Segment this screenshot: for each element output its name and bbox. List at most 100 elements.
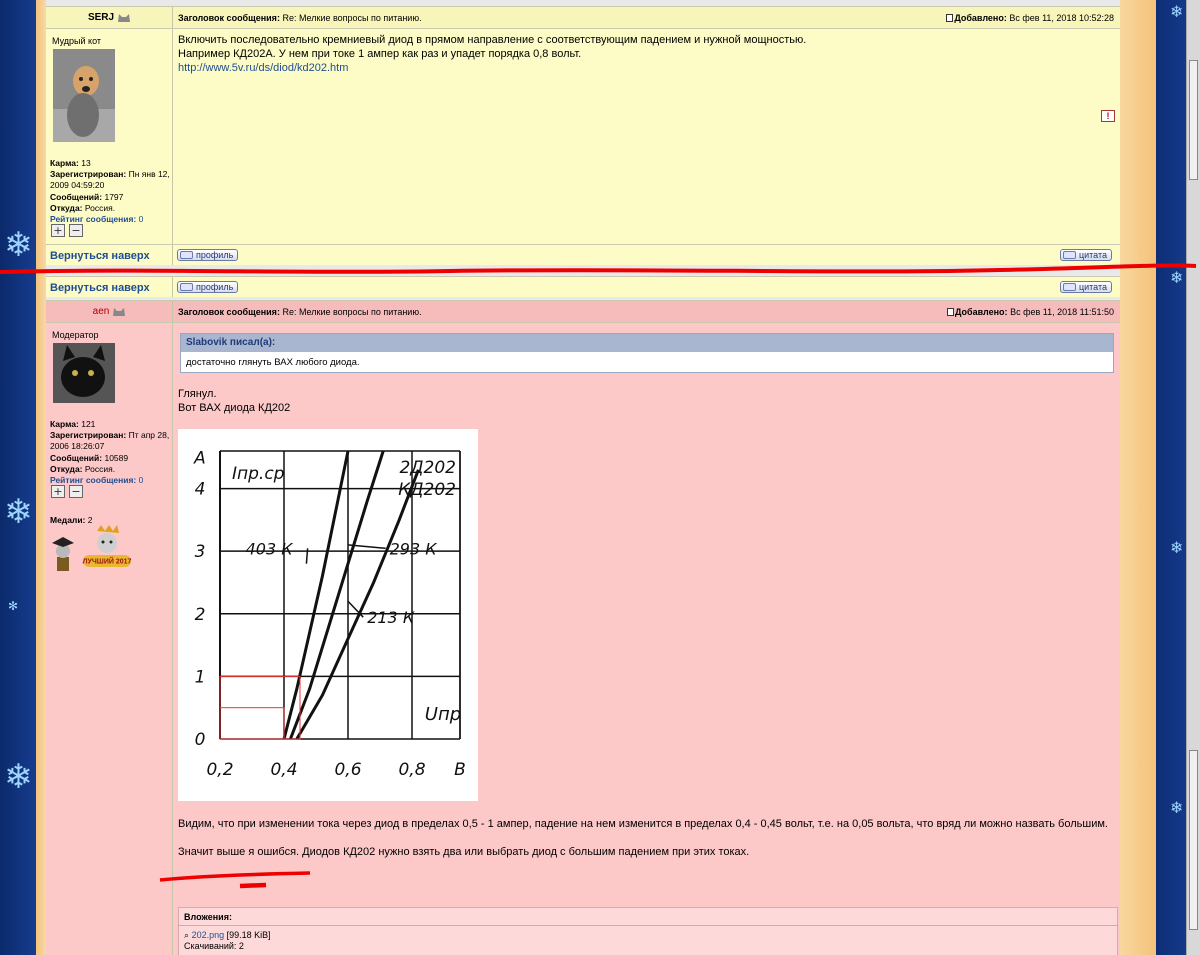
profile-button[interactable]: профиль (177, 281, 239, 293)
iv-chart: 0,2 0,4 0,6 0,8 В01234AIпр.срUпр2Д202КД20240… (193, 448, 466, 780)
post-header: SERJ Заголовок сообщения: Re: Мелкие воп… (46, 6, 1120, 28)
red-highlight-box (219, 707, 285, 740)
attachments-block: Вложения: ⌕ 202.png [99.18 KiB] Скачиван… (178, 907, 1118, 955)
author-rank: Мудрый кот (52, 36, 102, 46)
post-subject: Заголовок сообщения: Re: Мелкие вопросы … (178, 13, 422, 23)
post-content: Включить последовательно кремниевый диод… (174, 29, 1120, 244)
post-date[interactable]: Добавлено: Вс фев 11, 2018 11:51:50 (947, 307, 1114, 317)
x-tick-label: 0,4 (270, 760, 297, 780)
snowflake-icon: ❄ (4, 492, 33, 532)
prev-post-footer: Вернуться наверх профиль цитата (46, 276, 1120, 297)
series-label: 293 К (390, 539, 438, 558)
attachment-link[interactable]: 202.png (192, 930, 225, 940)
series-label: 403 К (246, 539, 294, 558)
series-label: 213 К (367, 608, 415, 627)
post-date[interactable]: Добавлено: Вс фев 11, 2018 10:52:28 (946, 13, 1114, 23)
profile-icon (180, 283, 193, 291)
left-border-decoration: ❄ ❄ ❄ ✻ (0, 0, 46, 955)
post-aen: Вернуться наверх профиль цитата aen Заго… (46, 276, 1120, 955)
y-tick-label: 0 (195, 730, 206, 750)
report-icon[interactable]: ! (1101, 110, 1115, 122)
profile-icon (180, 251, 193, 259)
author-name[interactable]: SERJ (46, 12, 173, 23)
snowflake-icon: ❄ (4, 225, 33, 265)
footer-left: Вернуться наверх (46, 277, 173, 297)
post-text-intro: Глянул. Вот ВАХ диода КД202 (178, 388, 291, 414)
quote-author: Slabovik писал(а): (181, 334, 1113, 352)
post-serj: SERJ Заголовок сообщения: Re: Мелкие воп… (46, 0, 1120, 267)
iv-chart-image: 0,2 0,4 0,6 0,8 В 0 1 2 3 4 A Iпр.ср Uпр 2Д202 КД202 40… (178, 429, 478, 801)
quote-block: Slabovik писал(а): достаточно глянуть ВА… (180, 333, 1114, 373)
quote-text: достаточно глянуть ВАХ любого диода. (186, 357, 360, 368)
left-border-edge (36, 0, 46, 955)
graduate-medal-icon[interactable] (51, 535, 75, 573)
paperclip-icon: ⌕ (184, 930, 190, 940)
back-to-top-link[interactable]: Вернуться наверх (50, 250, 150, 262)
x-tick-label: 0,6 (334, 760, 361, 780)
scrollbar-thumb-lower[interactable] (1189, 750, 1198, 930)
right-border-edge (1120, 0, 1156, 955)
quote-icon (1062, 283, 1076, 291)
quote-icon (1062, 251, 1076, 259)
y-tick-label: 2 (195, 605, 206, 625)
author-rank: Модератор (52, 330, 99, 340)
footer-right: профиль цитата (174, 277, 1120, 297)
forum-topic: SERJ Заголовок сообщения: Re: Мелкие воп… (46, 0, 1120, 955)
post-link-icon (947, 308, 954, 316)
chart-title-line: 2Д202 (399, 458, 456, 478)
author-name[interactable]: aen (46, 306, 173, 317)
post-footer: Вернуться наверх профиль цитата (46, 244, 1120, 265)
y-tick-label: 3 (195, 542, 206, 562)
rate-minus-button[interactable]: − (69, 224, 83, 237)
cat-icon (118, 14, 131, 22)
y-tick-label: 1 (195, 667, 206, 687)
snowflake-icon: ❄ (1170, 268, 1184, 287)
author-profile: Модератор Карма: 121 Зарегистрирован: Пт… (46, 323, 173, 955)
post-header: aen Заголовок сообщения: Re: Мелкие вопр… (46, 300, 1120, 322)
attachment-downloads: Скачиваний: 2 (184, 941, 244, 951)
y-axis-label: Iпр.ср (232, 464, 285, 484)
footer-right: профиль цитата (174, 245, 1120, 265)
rate-plus-button[interactable]: + (51, 224, 65, 237)
snowflake-icon: ❄ (4, 757, 33, 797)
post-link-icon (946, 14, 954, 22)
post-meta: Заголовок сообщения: Re: Мелкие вопросы … (174, 7, 1120, 28)
post-text: Включить последовательно кремниевый диод… (178, 34, 807, 74)
attachment-item: ⌕ 202.png [99.18 KiB] Скачиваний: 2 (179, 926, 1117, 955)
rating-buttons: + − (51, 485, 83, 498)
author-info: Карма: 121 Зарегистрирован: Пт апр 28, 2… (50, 419, 170, 486)
scrollbar-thumb[interactable] (1189, 60, 1198, 180)
rate-plus-button[interactable]: + (51, 485, 65, 498)
author-info: Карма: 13 Зарегистрирован: Пн янв 12, 20… (50, 158, 170, 225)
footer-left: Вернуться наверх (46, 245, 173, 265)
x-tick-label: В (454, 760, 466, 780)
medal-caption: ЛУЧШИЙ 2017 (83, 557, 132, 566)
best-2017-medal-icon[interactable]: ЛУЧШИЙ 2017 (79, 525, 135, 573)
x-tick-label: 0,8 (398, 760, 425, 780)
x-axis-label: Uпр (425, 704, 461, 725)
profile-button[interactable]: профиль (177, 249, 239, 261)
post-subject: Заголовок сообщения: Re: Мелкие вопросы … (178, 307, 422, 317)
y-tick-label: 4 (195, 480, 206, 500)
attachment-size: [99.18 KiB] (226, 930, 271, 940)
scrollbar[interactable] (1186, 0, 1200, 955)
author-cell: SERJ (46, 7, 173, 28)
author-profile: Мудрый кот Карма: 13 Зарегистрирован: Пн… (46, 29, 173, 244)
avatar (53, 49, 115, 142)
snowflake-icon: ❄ (1170, 2, 1184, 21)
post-meta: Заголовок сообщения: Re: Мелкие вопросы … (174, 301, 1120, 322)
rate-minus-button[interactable]: − (69, 485, 83, 498)
snowflake-icon: ❄ (1170, 538, 1184, 557)
cat-icon (113, 308, 126, 316)
attachments-label: Вложения: (179, 908, 1117, 926)
post-link[interactable]: http://www.5v.ru/ds/diod/kd202.htm (178, 62, 348, 74)
snowflake-icon: ❄ (1170, 798, 1184, 817)
post-text-conclusion: Видим, что при изменении тока через диод… (178, 818, 1108, 858)
rating-buttons: + − (51, 224, 83, 237)
snowflake-icon: ✻ (8, 599, 19, 613)
y-tick-label: A (193, 448, 206, 468)
back-to-top-link[interactable]: Вернуться наверх (50, 282, 150, 294)
post-body-row: Модератор Карма: 121 Зарегистрирован: Пт… (46, 322, 1120, 955)
quote-button[interactable]: цитата (1059, 249, 1112, 261)
quote-button[interactable]: цитата (1059, 281, 1112, 293)
